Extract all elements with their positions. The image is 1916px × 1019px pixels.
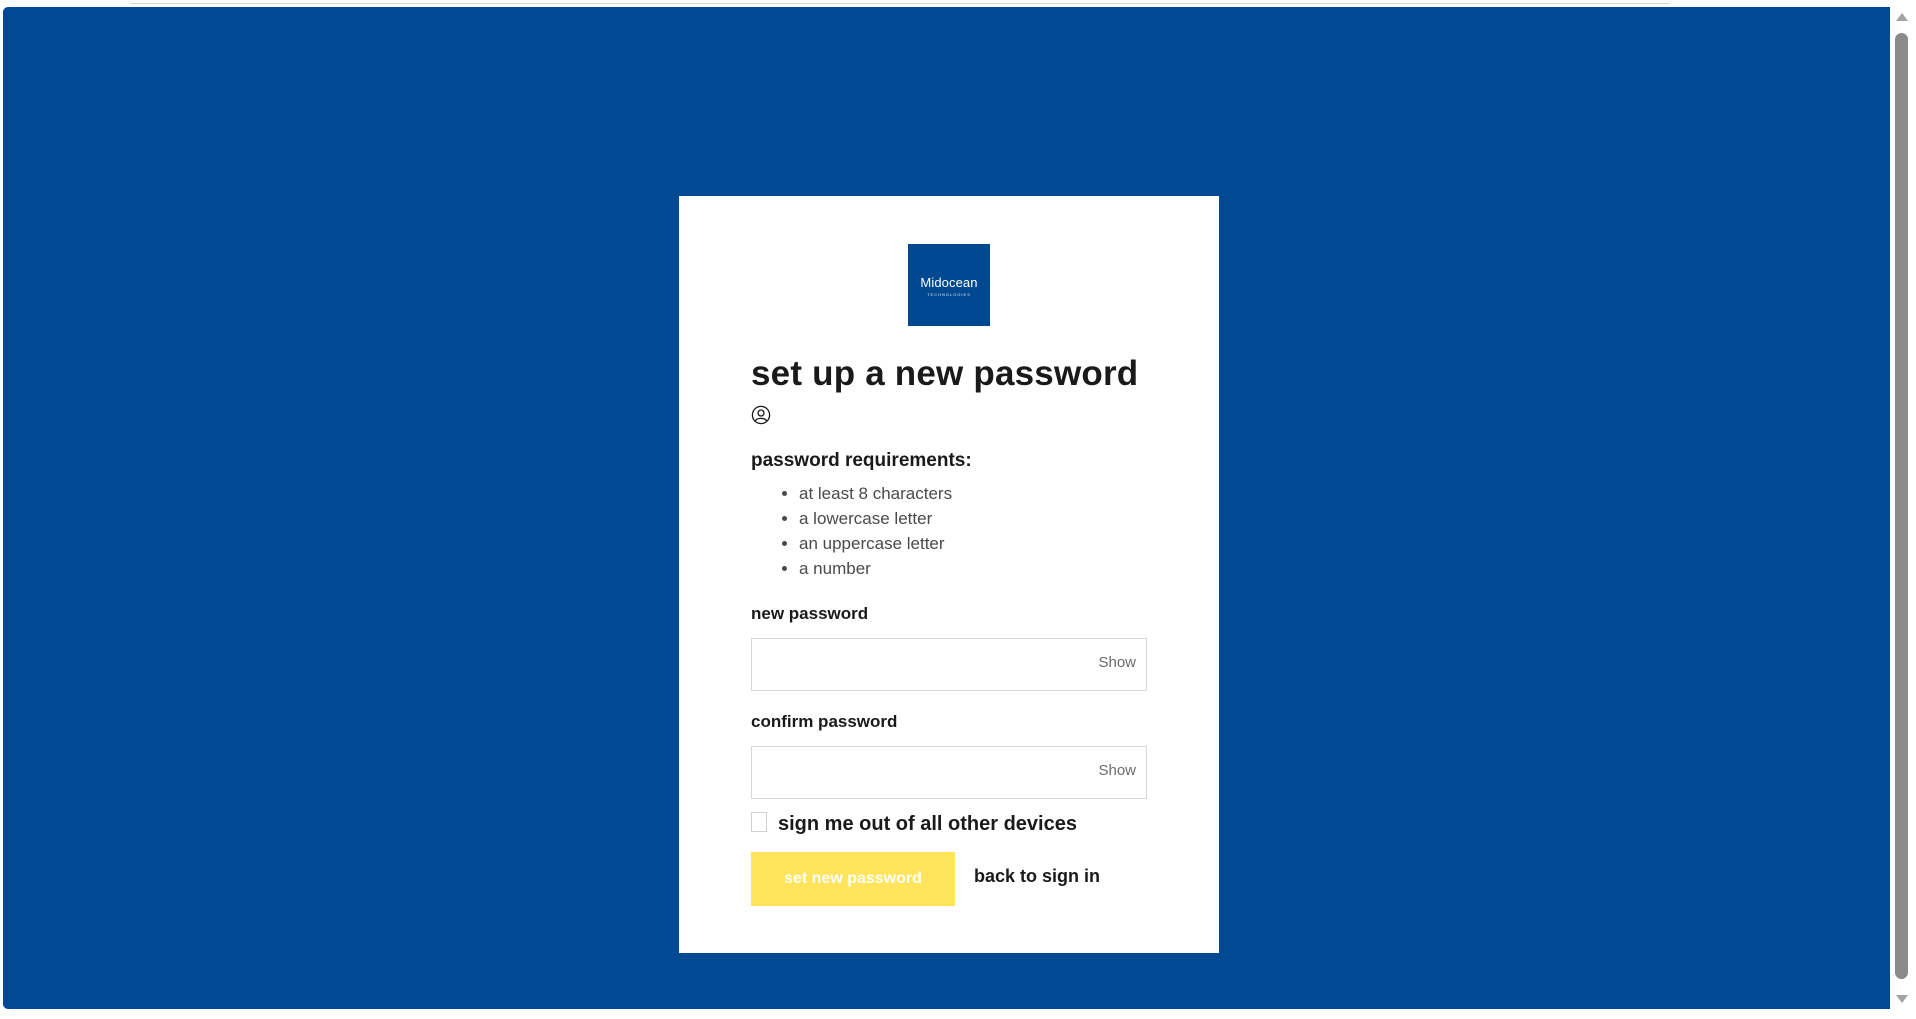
scroll-down-arrow-icon[interactable] bbox=[1896, 995, 1908, 1003]
logo-name: Midocean bbox=[920, 275, 978, 290]
requirement-item: a lowercase letter bbox=[799, 506, 952, 531]
confirm-password-show-toggle[interactable]: Show bbox=[1098, 762, 1136, 779]
new-password-input[interactable] bbox=[752, 639, 1106, 690]
top-toolbar-edge bbox=[130, 0, 1670, 4]
confirm-password-label: confirm password bbox=[751, 712, 898, 731]
requirement-item: at least 8 characters bbox=[799, 481, 952, 506]
requirements-list: at least 8 characters a lowercase letter… bbox=[751, 481, 952, 581]
logo-subtitle: TECHNOLOGIES bbox=[927, 292, 971, 297]
vertical-scrollbar[interactable] bbox=[1890, 7, 1913, 1009]
confirm-password-field: Show bbox=[751, 746, 1147, 799]
browser-window: Midocean TECHNOLOGIES set up a new passw… bbox=[0, 0, 1916, 1019]
scroll-up-arrow-icon[interactable] bbox=[1896, 13, 1908, 21]
back-to-sign-in-link[interactable]: back to sign in bbox=[974, 866, 1100, 887]
brand-logo: Midocean TECHNOLOGIES bbox=[908, 244, 990, 326]
page-title: set up a new password bbox=[751, 354, 1139, 393]
sign-out-others-label[interactable]: sign me out of all other devices bbox=[778, 813, 1077, 836]
confirm-password-input[interactable] bbox=[752, 747, 1106, 798]
requirement-item: a number bbox=[799, 556, 952, 581]
password-reset-card: Midocean TECHNOLOGIES set up a new passw… bbox=[679, 196, 1219, 953]
new-password-field: Show bbox=[751, 638, 1147, 691]
scroll-thumb[interactable] bbox=[1895, 33, 1908, 979]
page-background: Midocean TECHNOLOGIES set up a new passw… bbox=[3, 7, 1890, 1009]
new-password-label: new password bbox=[751, 604, 869, 623]
requirements-heading: password requirements: bbox=[751, 450, 972, 471]
user-icon bbox=[751, 405, 771, 425]
set-new-password-button[interactable]: set new password bbox=[751, 852, 955, 906]
sign-out-others-checkbox[interactable] bbox=[751, 812, 767, 832]
requirement-item: an uppercase letter bbox=[799, 531, 952, 556]
new-password-show-toggle[interactable]: Show bbox=[1098, 654, 1136, 671]
